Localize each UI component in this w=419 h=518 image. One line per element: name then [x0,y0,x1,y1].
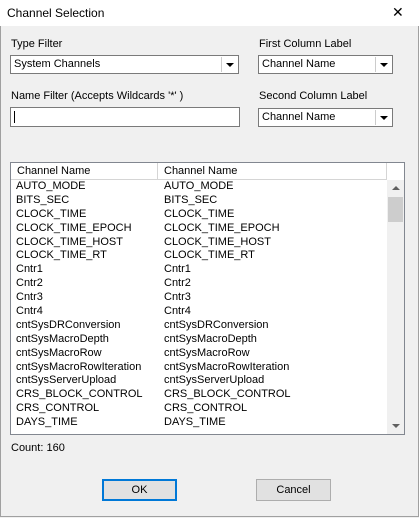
channel-label-cell: DAYS_TIME [164,416,226,429]
channel-label-cell: CLOCK_TIME [164,207,235,220]
second-column-label: Second Column Label [259,90,368,102]
channel-name-cell: BITS_SEC [16,193,70,206]
list-item[interactable]: cntSysServerUpload cntSysServerUpload [11,374,387,388]
name-filter-label: Name Filter (Accepts Wildcards '*' ) [11,90,184,102]
scroll-up-icon[interactable] [387,180,404,197]
chevron-down-icon[interactable] [375,57,391,72]
list-item[interactable]: Cntr4 Cntr4 [11,305,387,319]
channel-name-cell: cntSysMacroDepth [16,332,109,345]
channel-label-cell: cntSysMacroDepth [164,332,257,345]
channel-label-cell: CLOCK_TIME_EPOCH [164,221,280,234]
list-item[interactable]: CRS_BLOCK_CONTROL CRS_BLOCK_CONTROL [11,388,387,402]
count-label: Count: 160 [11,442,65,454]
list-item[interactable]: Cntr2 Cntr2 [11,277,387,291]
list-item[interactable]: CLOCK_TIME CLOCK_TIME [11,208,387,222]
channel-name-cell: cntSysServerUpload [16,374,117,387]
list-item[interactable]: BITS_SEC BITS_SEC [11,194,387,208]
channel-name-cell: cntSysDRConversion [16,318,121,331]
channel-label-cell: AUTO_MODE [164,180,234,192]
cancel-button[interactable]: Cancel [256,479,331,501]
channel-label-cell: CRS_CONTROL [164,402,248,415]
channel-name-cell: AUTO_MODE [16,180,86,192]
first-column-label: First Column Label [259,38,352,50]
channel-name-cell: CLOCK_TIME [16,207,87,220]
scroll-down-icon[interactable] [387,417,404,434]
channel-name-cell: CLOCK_TIME_HOST [16,235,123,248]
close-icon[interactable]: ✕ [392,5,404,19]
channel-label-cell: CRS_BLOCK_CONTROL [164,388,291,401]
channel-name-cell: DAYS_TIME [16,416,78,429]
first-column-dropdown[interactable]: Channel Name [258,55,393,74]
type-filter-label: Type Filter [11,38,63,50]
channel-name-cell: Cntr1 [16,263,43,276]
channel-label-cell: Cntr4 [164,305,191,318]
type-filter-dropdown[interactable]: System Channels [10,55,239,74]
list-item[interactable]: Cntr3 Cntr3 [11,291,387,305]
list-item[interactable]: CLOCK_TIME_EPOCH CLOCK_TIME_EPOCH [11,222,387,236]
channel-label-cell: cntSysMacroRow [164,346,250,359]
chevron-down-icon[interactable] [221,57,237,72]
first-column-value: Channel Name [262,58,336,70]
scroll-thumb[interactable] [388,197,403,222]
channel-name-cell: cntSysMacroRow [16,346,102,359]
channel-label-cell: cntSysServerUpload [164,374,265,387]
channel-label-cell: Cntr1 [164,263,191,276]
list-item[interactable]: cntSysDRConversion cntSysDRConversion [11,319,387,333]
column-header-first[interactable]: Channel Name [11,163,158,180]
channel-label-cell: Cntr3 [164,291,191,304]
type-filter-value: System Channels [14,58,101,70]
second-column-dropdown[interactable]: Channel Name [258,108,393,127]
list-item[interactable]: cntSysMacroDepth cntSysMacroDepth [11,333,387,347]
list-item[interactable]: DAYS_TIME DAYS_TIME [11,416,387,430]
channel-label-cell: CLOCK_TIME_HOST [164,235,271,248]
channel-label-cell: Cntr2 [164,277,191,290]
window-title: Channel Selection [7,6,105,20]
channel-label-cell: BITS_SEC [164,193,218,206]
name-filter-input[interactable] [10,107,240,127]
column-header-second[interactable]: Channel Name [158,163,387,180]
chevron-down-icon[interactable] [375,110,391,125]
channel-label-cell: cntSysMacroRowIteration [164,360,290,373]
channel-name-cell: Cntr4 [16,305,43,318]
channel-name-cell: CLOCK_TIME_EPOCH [16,221,132,234]
channel-name-cell: Cntr2 [16,277,43,290]
list-item[interactable]: cntSysMacroRow cntSysMacroRow [11,347,387,361]
second-column-value: Channel Name [262,111,336,123]
channel-name-cell: CLOCK_TIME_RT [16,249,107,262]
channel-name-cell: CRS_CONTROL [16,402,100,415]
list-item[interactable]: Cntr1 Cntr1 [11,263,387,277]
channel-name-cell: cntSysMacroRowIteration [16,360,142,373]
channel-rows: AUTO_MODE AUTO_MODE BITS_SEC BITS_SEC CLOCK_… [11,180,387,430]
channel-label-cell: cntSysDRConversion [164,318,269,331]
channel-name-cell: Cntr3 [16,291,43,304]
list-item[interactable]: CLOCK_TIME_RT CLOCK_TIME_RT [11,249,387,263]
vertical-scrollbar[interactable] [387,180,404,434]
list-item[interactable]: CRS_CONTROL CRS_CONTROL [11,402,387,416]
list-item[interactable]: CLOCK_TIME_HOST CLOCK_TIME_HOST [11,236,387,250]
channel-label-cell: CLOCK_TIME_RT [164,249,255,262]
channel-list[interactable]: Channel Name Channel Name AUTO_MODE AUTO_… [10,162,405,435]
list-item[interactable]: cntSysMacroRowIteration cntSysMacroRowIte… [11,361,387,375]
list-item[interactable]: AUTO_MODE AUTO_MODE [11,180,387,194]
text-caret [14,111,15,123]
title-bar: Channel Selection ✕ [0,0,419,26]
channel-name-cell: CRS_BLOCK_CONTROL [16,388,143,401]
ok-button[interactable]: OK [102,479,177,501]
